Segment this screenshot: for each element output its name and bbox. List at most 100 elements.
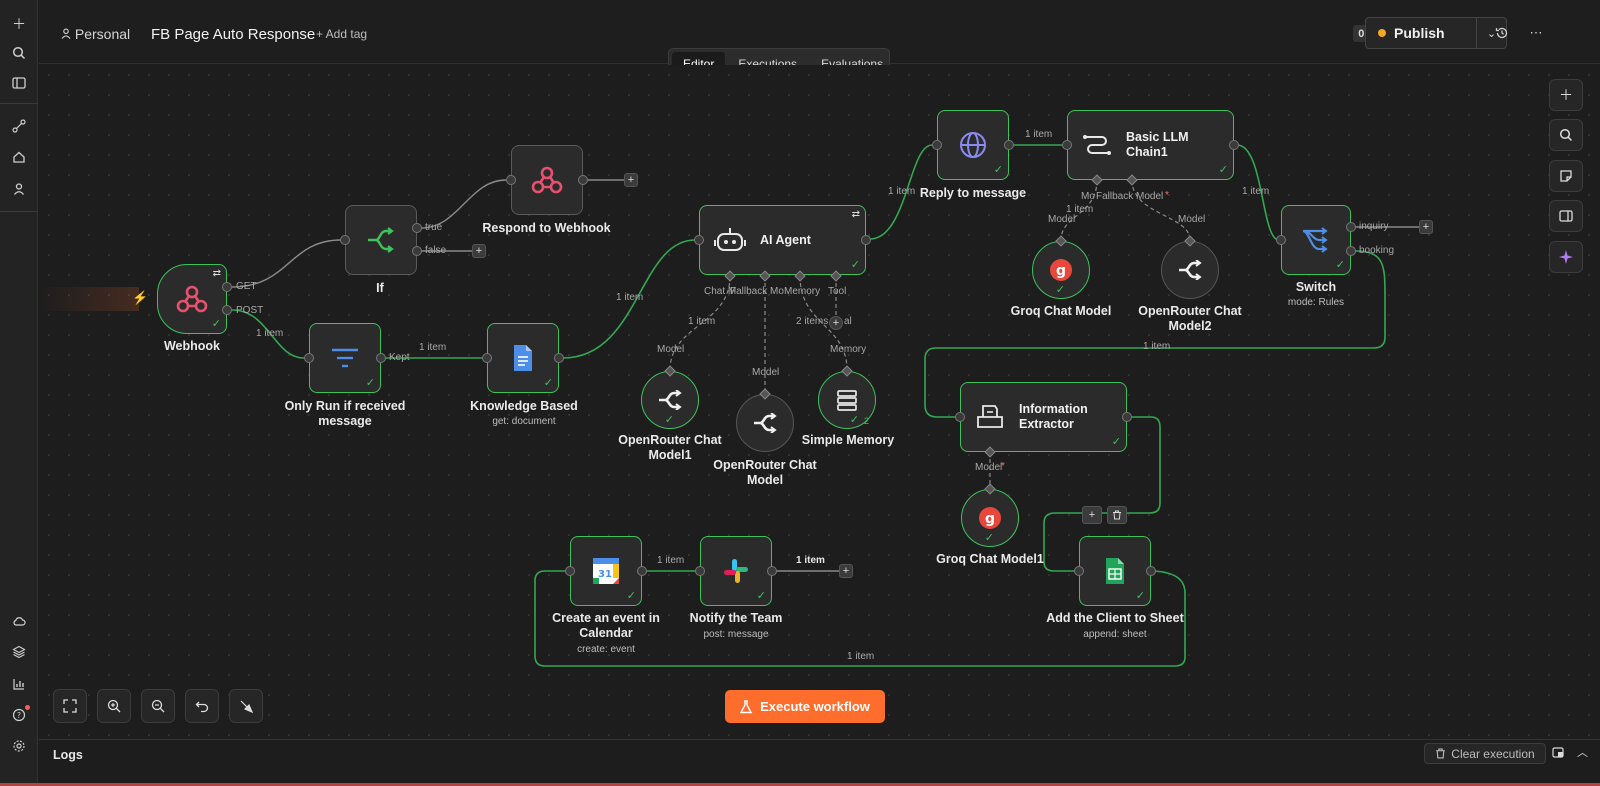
workflow-title[interactable]: FB Page Auto Response <box>151 26 315 43</box>
edge-label-items: 1 item <box>796 555 825 566</box>
add-node-button[interactable]: + <box>624 173 638 187</box>
output-port-true[interactable] <box>412 223 422 233</box>
branch-icon <box>368 227 394 253</box>
node-openrouter-model1[interactable]: ✓ <box>641 371 699 429</box>
node-groq-chat-model1[interactable]: g ✓ <box>961 489 1019 547</box>
search-icon[interactable] <box>8 42 30 64</box>
search-nodes-button[interactable] <box>1549 119 1583 151</box>
refresh-icon: ⇄ <box>851 209 860 220</box>
node-label-notify: Notify the Team <box>689 611 783 625</box>
help-icon[interactable]: ? <box>8 704 30 726</box>
node-webhook[interactable]: ⇄ ✓ <box>157 264 227 334</box>
output-port-false[interactable] <box>412 246 422 256</box>
output-port[interactable] <box>1004 140 1014 150</box>
home-icon[interactable] <box>8 146 30 168</box>
edge-label-false: false <box>425 245 447 256</box>
output-port-inquiry[interactable] <box>1346 222 1356 232</box>
templates-icon[interactable] <box>8 641 30 663</box>
input-port[interactable] <box>932 140 942 150</box>
port-label-fallback: Fallback Model <box>1096 191 1164 202</box>
input-port[interactable] <box>695 566 705 576</box>
project-breadcrumb[interactable]: Personal <box>61 26 130 42</box>
clear-execution-button[interactable]: Clear execution <box>1424 743 1546 764</box>
workflow-canvas[interactable]: ⚡ ⇄ ✓ GET POST Webhook 1 item true false… <box>39 65 1600 739</box>
node-openrouter-model[interactable] <box>736 394 794 452</box>
sticky-note-button[interactable] <box>1549 160 1583 192</box>
connection-llm-openrouter2 <box>1131 179 1191 241</box>
node-knowledge-based[interactable]: ✓ <box>487 323 559 393</box>
input-port[interactable] <box>955 412 965 422</box>
plus-icon: ＋ <box>1559 87 1573 103</box>
node-add-to-sheet[interactable]: ✓ <box>1079 536 1151 606</box>
output-port[interactable] <box>578 175 588 185</box>
reset-zoom-button[interactable] <box>185 689 219 723</box>
user-icon[interactable] <box>8 178 30 200</box>
add-node-button[interactable]: + <box>839 564 853 578</box>
add-node-button[interactable]: + <box>472 244 486 258</box>
publish-button[interactable]: Publish <box>1365 17 1477 49</box>
output-port[interactable] <box>554 353 564 363</box>
panel-toggle-button[interactable] <box>1549 200 1583 232</box>
execute-workflow-button[interactable]: Execute workflow <box>725 690 885 723</box>
add-node-button[interactable]: + <box>1419 220 1433 234</box>
settings-icon[interactable] <box>8 735 30 757</box>
input-port[interactable] <box>482 353 492 363</box>
input-port[interactable] <box>694 235 704 245</box>
success-check-icon: ✓ <box>1135 590 1145 602</box>
output-port[interactable] <box>1122 412 1132 422</box>
node-respond-to-webhook[interactable] <box>511 145 583 215</box>
output-port-post[interactable] <box>222 305 232 315</box>
node-simple-memory[interactable]: ✓ 2 <box>818 371 876 429</box>
popout-icon[interactable] <box>1552 746 1566 760</box>
insert-node-button[interactable]: + <box>1082 506 1102 524</box>
node-basic-llm-chain[interactable]: Basic LLM Chain1 ✓ <box>1067 110 1234 180</box>
run-count-badge: 2 <box>863 416 869 426</box>
tidy-up-button[interactable] <box>229 689 263 723</box>
node-ai-agent[interactable]: AI Agent ⇄ ✓ <box>699 205 866 275</box>
input-port[interactable] <box>1062 140 1072 150</box>
node-if[interactable] <box>345 205 417 275</box>
node-switch[interactable]: ✓ <box>1281 205 1351 275</box>
output-port[interactable] <box>767 566 777 576</box>
input-port[interactable] <box>506 175 516 185</box>
input-port[interactable] <box>565 566 575 576</box>
input-port[interactable] <box>1276 235 1286 245</box>
node-reply-to-message[interactable]: ✓ <box>937 110 1009 180</box>
input-port[interactable] <box>340 235 350 245</box>
more-options-icon[interactable]: ⋯ <box>1527 24 1545 42</box>
input-port[interactable] <box>1074 566 1084 576</box>
output-port[interactable] <box>1229 140 1239 150</box>
logs-label[interactable]: Logs <box>53 748 83 762</box>
node-groq-chat-model[interactable]: g ✓ <box>1032 241 1090 299</box>
edge-label-two-items: 2 items <box>796 316 829 327</box>
node-information-extractor[interactable]: Information Extractor ✓ <box>960 382 1127 452</box>
plus-icon[interactable]: ＋ <box>8 13 30 35</box>
output-port[interactable] <box>861 235 871 245</box>
zoom-out-button[interactable] <box>141 689 175 723</box>
add-tag-link[interactable]: + Add tag <box>316 27 367 41</box>
insights-icon[interactable] <box>8 673 30 695</box>
add-node-panel-button[interactable]: ＋ <box>1549 79 1583 111</box>
chevron-up-icon[interactable]: ︿ <box>1577 744 1591 759</box>
node-create-calendar-event[interactable]: 31 ✓ <box>570 536 642 606</box>
node-filter[interactable]: ✓ <box>309 323 381 393</box>
fit-view-button[interactable] <box>53 689 87 723</box>
output-port-get[interactable] <box>222 282 232 292</box>
cloud-icon[interactable] <box>8 610 30 632</box>
output-port[interactable] <box>637 566 647 576</box>
output-port-booking[interactable] <box>1346 246 1356 256</box>
edge-label-tool-suffix: al <box>844 316 852 327</box>
delete-connection-button[interactable] <box>1107 506 1127 524</box>
node-notify-team[interactable]: ✓ <box>700 536 772 606</box>
output-port-kept[interactable] <box>376 353 386 363</box>
sidebar-toggle-icon[interactable] <box>8 72 30 94</box>
add-tool-button[interactable]: + <box>829 316 843 330</box>
history-icon[interactable] <box>1493 24 1511 42</box>
node-openrouter-model2[interactable] <box>1161 241 1219 299</box>
fullscreen-icon <box>63 699 77 713</box>
ai-assistant-button[interactable] <box>1549 241 1583 273</box>
output-port[interactable] <box>1146 566 1156 576</box>
input-port[interactable] <box>304 353 314 363</box>
zoom-in-button[interactable] <box>97 689 131 723</box>
nodes-icon[interactable] <box>8 115 30 137</box>
